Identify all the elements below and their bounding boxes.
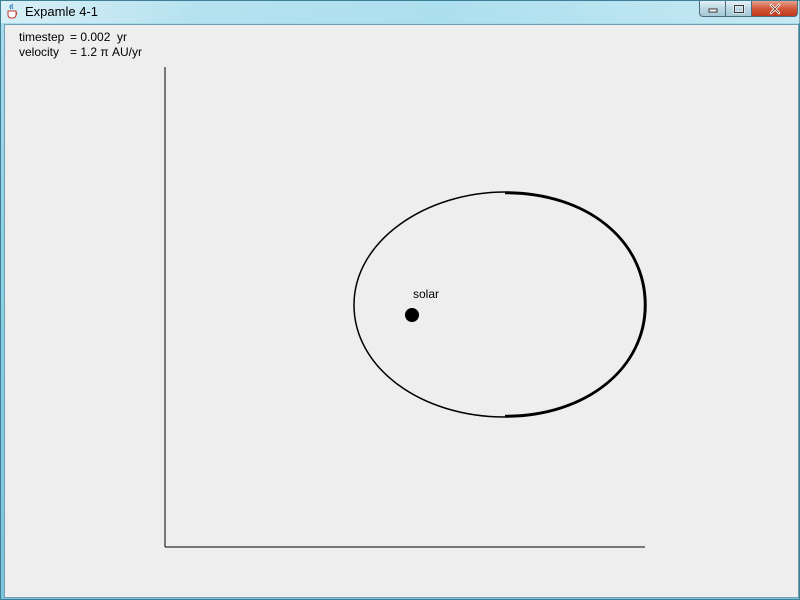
sun-marker (405, 308, 419, 322)
window-title: Expamle 4-1 (25, 4, 98, 19)
plot-panel: timestep = 0.002 yr velocity = 1.2 π AU/… (4, 24, 799, 598)
caption-buttons (699, 1, 798, 17)
close-icon (769, 3, 780, 14)
title-bar[interactable]: Expamle 4-1 (1, 1, 800, 23)
minimize-icon (708, 8, 717, 12)
maximize-button[interactable] (726, 1, 752, 17)
minimize-button[interactable] (699, 1, 726, 17)
orbit-canvas: solar (164, 67, 647, 548)
orbit-path-overlap (504, 191, 647, 418)
java-cup-icon[interactable] (5, 3, 20, 19)
sun-label: solar (413, 287, 439, 301)
app-window: Expamle 4-1 timestep = 0.002 yr velocity… (0, 0, 800, 600)
maximize-icon (733, 4, 744, 13)
close-button[interactable] (752, 1, 798, 17)
orbit-path (353, 191, 647, 418)
